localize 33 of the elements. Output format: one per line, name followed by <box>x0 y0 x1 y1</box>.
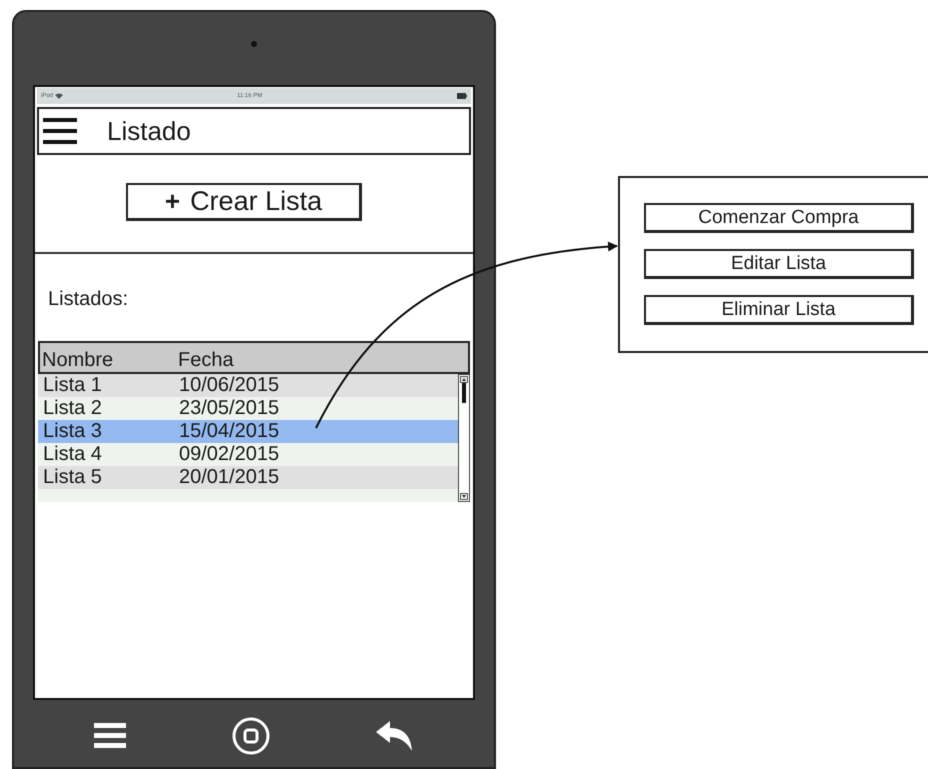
back-arrow-icon[interactable] <box>376 721 414 751</box>
table-cell-text: 09/02/2015 <box>179 443 280 466</box>
create-list-button[interactable]: + Crear Lista <box>126 183 362 221</box>
table-cell-text: Lista 3 <box>43 420 103 443</box>
table-cell-text: 20/01/2015 <box>179 466 280 489</box>
scrollbar-thumb[interactable] <box>462 383 466 403</box>
menu-button[interactable]: Editar Lista <box>644 249 914 279</box>
menu-button[interactable]: Comenzar Compra <box>644 203 914 233</box>
menu-icon[interactable] <box>94 723 126 749</box>
table-cell-text: 23/05/2015 <box>179 397 280 420</box>
scroll-up-icon[interactable] <box>460 376 468 383</box>
table-cell-text: 15/04/2015 <box>179 420 280 443</box>
table-cell-text: Lista 1 <box>43 374 103 397</box>
table-cell-text: Lista 4 <box>43 443 103 466</box>
table-cell-text: 10/06/2015 <box>179 374 280 397</box>
table-row[interactable]: Lista 1 10/06/2015 <box>38 374 458 397</box>
table-cell-text: Lista 5 <box>43 466 103 489</box>
section-label: Listados: <box>48 287 130 312</box>
wifi-icon <box>55 93 64 99</box>
column-header: Nombre <box>42 348 114 372</box>
table-row[interactable]: Lista 4 09/02/2015 <box>38 443 458 466</box>
menu-icon[interactable] <box>43 116 77 146</box>
table-row[interactable]: Lista 3 15/04/2015 <box>38 420 458 443</box>
table-row[interactable]: Lista 5 20/01/2015 <box>38 466 458 489</box>
battery-icon <box>457 93 467 99</box>
menu-button[interactable]: Eliminar Lista <box>644 295 914 325</box>
scroll-down-icon[interactable] <box>460 493 468 500</box>
home-button-icon[interactable] <box>232 717 270 755</box>
scrollbar[interactable] <box>458 374 470 502</box>
table-cell-text: Lista 2 <box>43 397 103 420</box>
column-header: Fecha <box>178 348 235 372</box>
screen-title: Listado <box>107 114 191 148</box>
table-row[interactable]: Lista 2 23/05/2015 <box>38 397 458 420</box>
